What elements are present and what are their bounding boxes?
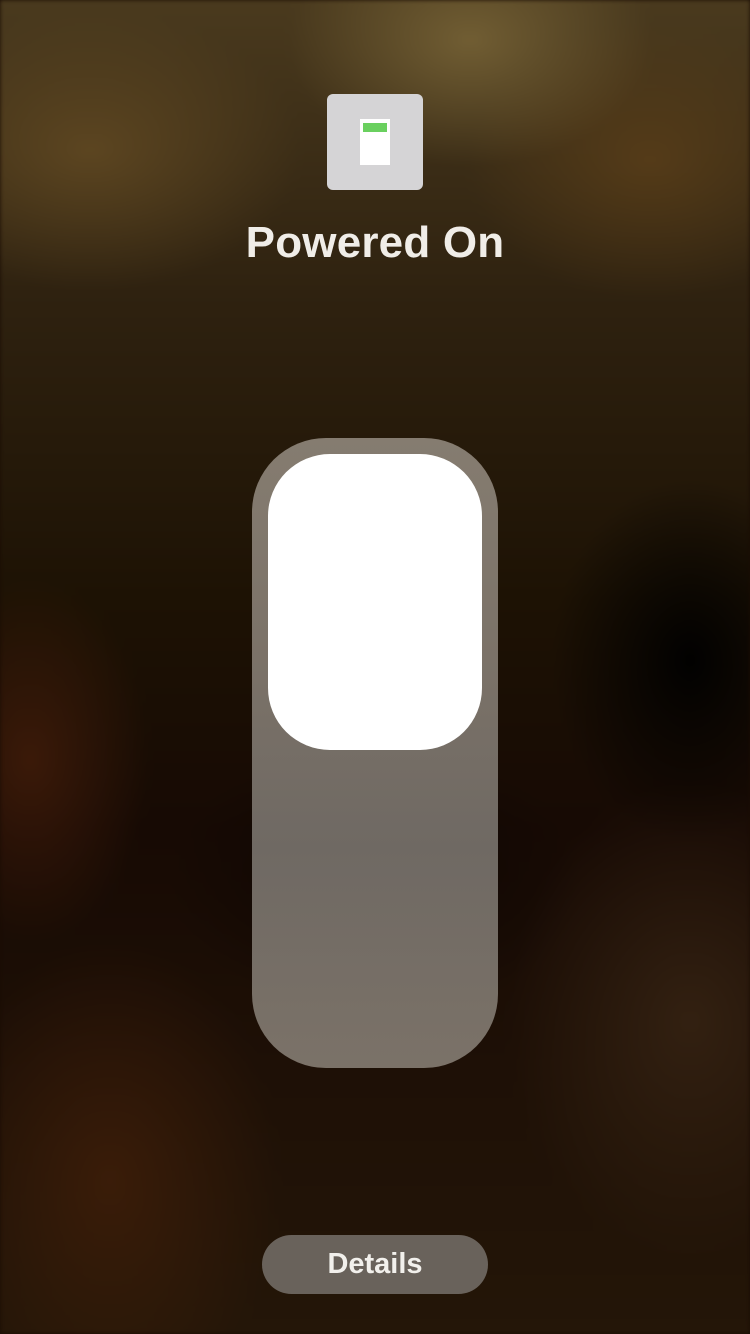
status-title: Powered On bbox=[245, 218, 505, 267]
toggle-knob[interactable] bbox=[268, 454, 482, 750]
power-indicator-light bbox=[363, 123, 387, 132]
power-toggle-switch[interactable] bbox=[252, 438, 498, 1068]
plug-body bbox=[360, 119, 390, 165]
details-button[interactable]: Details bbox=[262, 1235, 488, 1294]
smart-plug-icon bbox=[327, 94, 423, 190]
